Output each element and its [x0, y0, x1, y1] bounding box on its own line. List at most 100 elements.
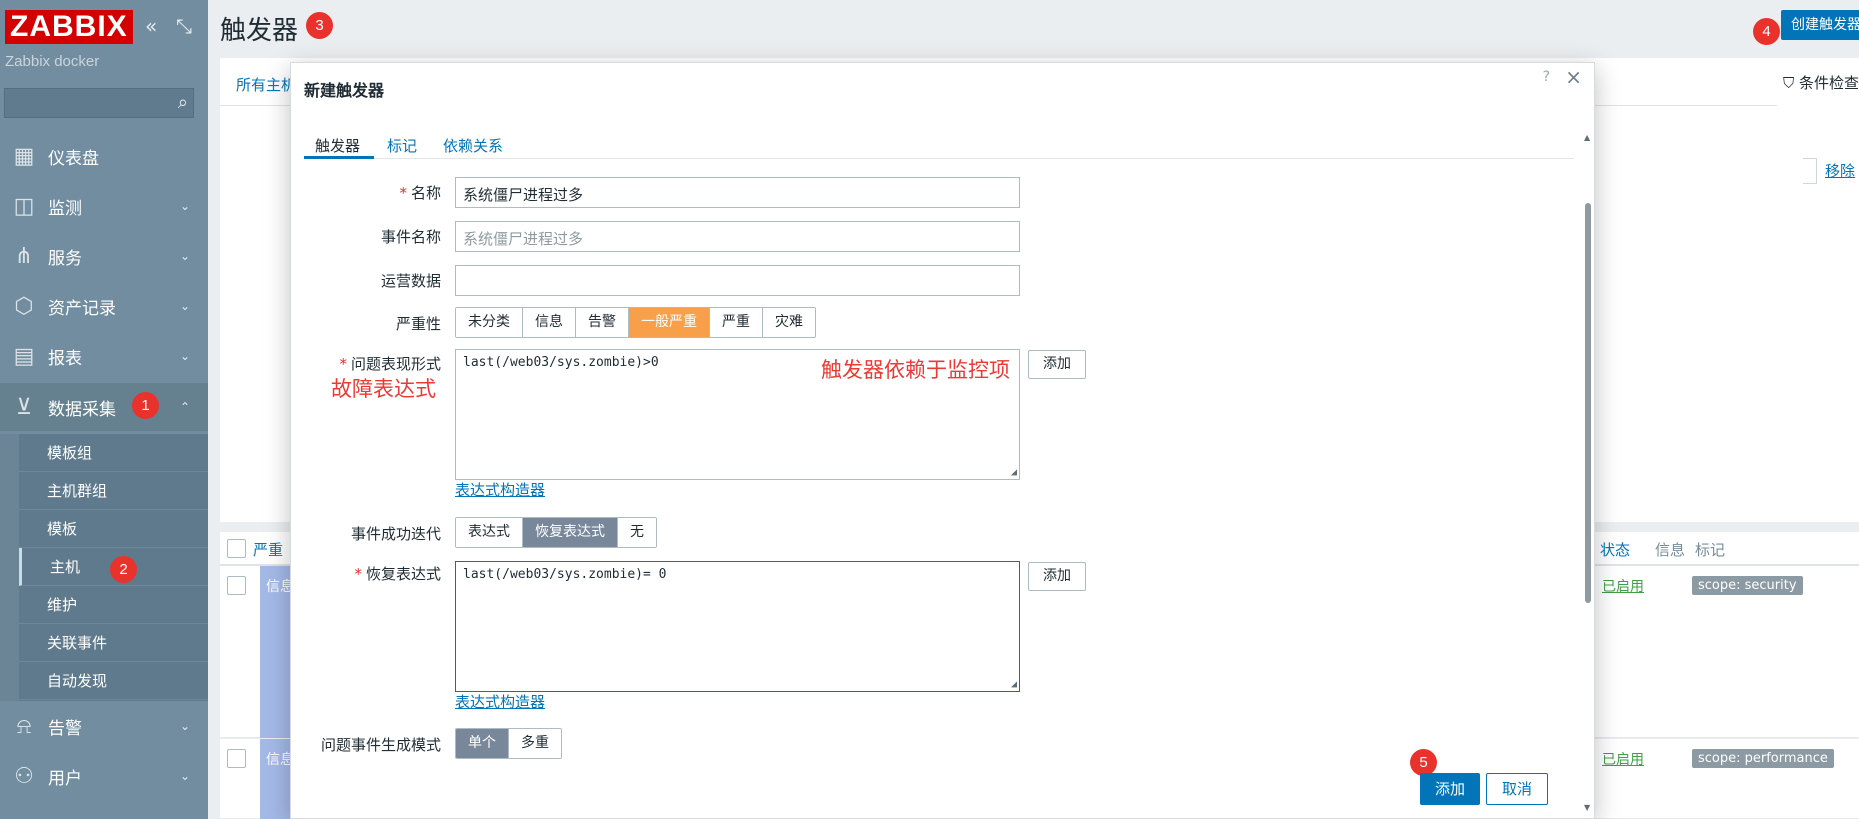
- dialog-title: 新建触发器: [304, 81, 385, 100]
- ok-event-label: 事件成功迭代: [350, 525, 441, 543]
- users-icon: ⚇: [14, 763, 34, 789]
- remove-link[interactable]: 移除: [1825, 160, 1855, 181]
- sidebar-item-host-groups[interactable]: 主机群组: [19, 472, 208, 510]
- severity-information[interactable]: 信息: [523, 308, 576, 337]
- close-icon[interactable]: ×: [1565, 65, 1582, 89]
- kiosk-mode-icon[interactable]: ⤡: [176, 14, 192, 38]
- sidebar-item-monitoring[interactable]: ◫ 监测 ⌄: [0, 182, 208, 230]
- collapse-sidebar-icon[interactable]: «: [145, 14, 157, 38]
- instance-name: Zabbix docker: [5, 53, 100, 70]
- column-info: 信息: [1655, 541, 1686, 559]
- severity-high[interactable]: 严重: [710, 308, 763, 337]
- event-name-input[interactable]: 系统僵尸进程过多: [455, 221, 1020, 252]
- add-recovery-expression-button[interactable]: 添加: [1028, 562, 1086, 591]
- help-icon[interactable]: ?: [1543, 69, 1550, 85]
- annotation-depends-on-item: 触发器依赖于监控项: [821, 358, 1010, 382]
- filter-input-edge[interactable]: [1803, 158, 1817, 184]
- sidebar-item-label: 资产记录: [48, 298, 116, 319]
- cancel-button[interactable]: 取消: [1486, 773, 1548, 805]
- step-badge-3: 3: [306, 12, 333, 39]
- recovery-expression-textarea[interactable]: last(/web03/sys.zombie)= 0 ◢: [455, 561, 1020, 692]
- inventory-icon: ⬡: [14, 293, 34, 319]
- step-badge-4: 4: [1753, 18, 1780, 45]
- sidebar-item-event-correlation[interactable]: 关联事件: [19, 624, 208, 662]
- filter-tab-label: 条件检查: [1799, 74, 1859, 92]
- create-trigger-button[interactable]: 创建触发器: [1781, 10, 1859, 40]
- tab-tags[interactable]: 标记: [387, 135, 417, 156]
- sidebar-item-label: 数据采集: [48, 399, 116, 420]
- sidebar-item-dashboard[interactable]: ▦ 仪表盘: [0, 132, 208, 180]
- sidebar-item-label: 仪表盘: [48, 148, 99, 169]
- data-collection-icon: ⊻: [15, 394, 33, 420]
- sidebar-item-label: 告警: [48, 718, 82, 739]
- scrollbar-thumb[interactable]: [1585, 203, 1591, 603]
- scroll-down-icon[interactable]: ▼: [1584, 803, 1590, 812]
- step-badge-2: 2: [110, 556, 137, 583]
- sidebar-item-template-groups[interactable]: 模板组: [19, 434, 208, 472]
- recovery-expression-constructor-link[interactable]: 表达式构造器: [455, 691, 545, 712]
- select-all-checkbox[interactable]: [227, 539, 246, 558]
- sidebar-item-alerts[interactable]: ⍾ 告警 ⌄: [0, 702, 208, 750]
- ok-event-expression[interactable]: 表达式: [456, 518, 523, 547]
- sidebar-search-input[interactable]: ⌕: [4, 88, 194, 118]
- status-enabled-link[interactable]: 已启用: [1602, 749, 1644, 769]
- resize-grip-icon[interactable]: ◢: [1011, 679, 1017, 690]
- services-icon: ⋔: [14, 243, 34, 269]
- step-badge-5: 5: [1410, 749, 1437, 776]
- breadcrumb[interactable]: 所有主机: [236, 74, 296, 95]
- add-expression-button[interactable]: 添加: [1028, 350, 1086, 379]
- filter-tab[interactable]: ⛉ 条件检查: [1777, 58, 1859, 106]
- chevron-down-icon: ⌄: [179, 349, 190, 363]
- generation-mode-single[interactable]: 单个: [456, 729, 509, 758]
- reports-icon: ▤: [13, 343, 35, 369]
- sidebar-item-users[interactable]: ⚇ 用户 ⌄: [0, 752, 208, 800]
- sidebar-item-inventory[interactable]: ⬡ 资产记录 ⌄: [0, 282, 208, 330]
- status-enabled-link[interactable]: 已启用: [1602, 576, 1644, 596]
- sidebar-item-discovery[interactable]: 自动发现: [19, 662, 208, 700]
- step-badge-1: 1: [132, 392, 159, 419]
- column-severity[interactable]: 严重: [253, 539, 283, 560]
- annotation-fault-expression: 故障表达式: [331, 377, 436, 401]
- sidebar-item-templates[interactable]: 模板: [19, 510, 208, 548]
- sidebar: ZABBIX « ⤡ Zabbix docker ⌕ ▦ 仪表盘 ◫ 监测 ⌄ …: [0, 0, 208, 819]
- generation-mode-multiple[interactable]: 多重: [509, 729, 561, 758]
- active-tab-indicator: [304, 156, 374, 159]
- page-title: 触发器: [220, 16, 299, 46]
- zabbix-logo[interactable]: ZABBIX: [5, 10, 133, 44]
- expression-constructor-link[interactable]: 表达式构造器: [455, 479, 545, 500]
- operational-data-input[interactable]: [455, 265, 1020, 296]
- dashboard-icon: ▦: [13, 143, 35, 169]
- chevron-down-icon: ⌄: [179, 299, 190, 313]
- generation-mode-selector: 单个 多重: [455, 728, 562, 759]
- search-icon[interactable]: ⌕: [178, 92, 188, 113]
- chevron-down-icon: ⌄: [179, 769, 190, 783]
- severity-warning[interactable]: 告警: [576, 308, 629, 337]
- row-checkbox[interactable]: [227, 576, 246, 595]
- tab-dependencies[interactable]: 依赖关系: [443, 135, 503, 156]
- sidebar-item-reports[interactable]: ▤ 报表 ⌄: [0, 332, 208, 380]
- sidebar-item-maintenance[interactable]: 维护: [19, 586, 208, 624]
- recovery-expression-label: * 恢复表达式: [354, 565, 441, 583]
- chevron-down-icon: ⌄: [179, 249, 190, 263]
- ok-event-none[interactable]: 无: [618, 518, 656, 547]
- severity-not-classified[interactable]: 未分类: [456, 308, 523, 337]
- sidebar-item-data-collection[interactable]: ⊻ 数据采集 ⌃: [0, 383, 208, 431]
- operational-data-label: 运营数据: [380, 272, 441, 290]
- sidebar-item-services[interactable]: ⋔ 服务 ⌄: [0, 232, 208, 280]
- scroll-up-icon[interactable]: ▲: [1584, 133, 1590, 142]
- bell-icon: ⍾: [16, 713, 32, 739]
- sidebar-item-label: 监测: [48, 198, 82, 219]
- ok-event-recovery-expression[interactable]: 恢复表达式: [523, 518, 618, 547]
- add-button[interactable]: 添加: [1420, 773, 1480, 805]
- column-status[interactable]: 状态: [1600, 539, 1630, 560]
- severity-average[interactable]: 一般严重: [629, 308, 710, 337]
- tab-trigger[interactable]: 触发器: [315, 135, 360, 156]
- name-input[interactable]: 系统僵尸进程过多: [455, 177, 1020, 208]
- row-checkbox[interactable]: [227, 749, 246, 768]
- sidebar-item-label: 报表: [48, 348, 82, 369]
- dialog-scrollbar[interactable]: ▲ ▼: [1584, 133, 1592, 812]
- event-name-label: 事件名称: [380, 228, 441, 246]
- resize-grip-icon[interactable]: ◢: [1011, 467, 1017, 478]
- severity-disaster[interactable]: 灾难: [763, 308, 815, 337]
- dialog-tabs: 触发器 标记 依赖关系: [304, 125, 1574, 159]
